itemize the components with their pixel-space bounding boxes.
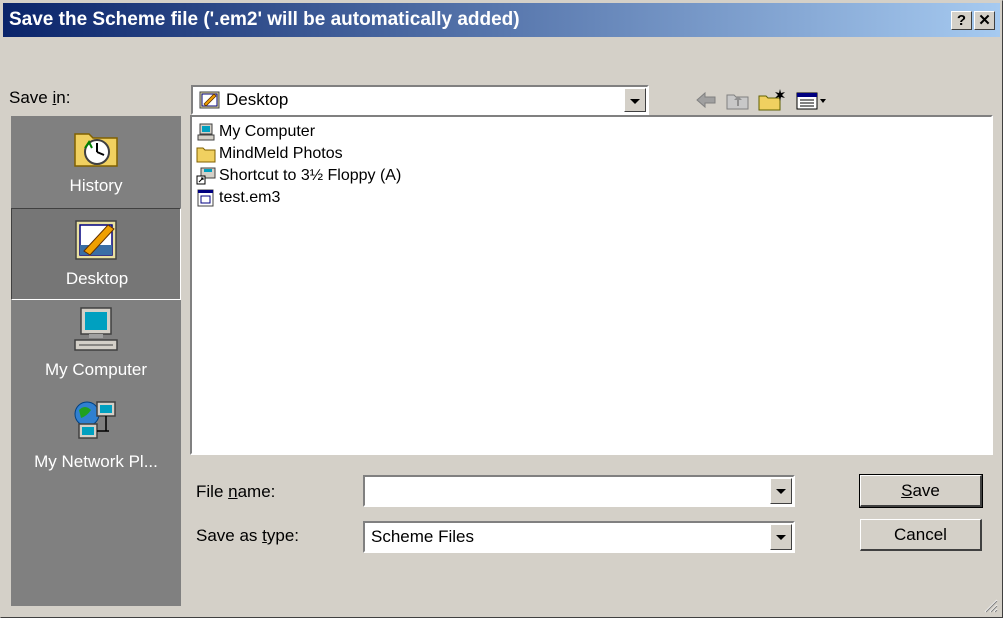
my-computer-icon — [74, 307, 118, 351]
save-in-label: Save in: — [9, 88, 71, 107]
close-button[interactable]: ✕ — [974, 11, 995, 30]
desktop-icon — [199, 91, 220, 109]
place-network[interactable]: My Network Pl... — [11, 392, 181, 484]
network-places-icon — [74, 401, 116, 439]
view-menu-icon[interactable] — [794, 86, 828, 114]
save-as-type-value: Scheme Files — [371, 527, 474, 546]
place-history[interactable]: History — [11, 116, 181, 208]
save-in-dropdown-button[interactable] — [624, 88, 646, 112]
save-in-value: Desktop — [226, 90, 289, 109]
folder-icon — [196, 147, 216, 163]
my-computer-icon — [197, 123, 215, 141]
file-icon — [197, 189, 214, 207]
list-item[interactable]: MindMeld Photos — [196, 143, 343, 165]
file-name: test.em3 — [219, 189, 281, 206]
save-in-combo[interactable]: Desktop — [191, 85, 649, 115]
up-folder-icon[interactable] — [724, 86, 752, 114]
floppy-shortcut-icon — [196, 167, 216, 185]
place-label: History — [69, 176, 123, 195]
places-bar: History Desktop My Computer My Network P… — [11, 116, 181, 606]
save-as-type-label: Save as type: — [196, 526, 300, 545]
file-name-dropdown-button[interactable] — [770, 478, 792, 504]
list-item[interactable]: My Computer — [196, 121, 315, 143]
cancel-button[interactable]: Cancel — [860, 519, 982, 551]
save-button[interactable]: Save — [859, 474, 983, 508]
place-desktop[interactable]: Desktop — [11, 208, 181, 300]
desktop-icon — [75, 220, 117, 260]
place-label: Desktop — [65, 269, 129, 288]
list-item[interactable]: test.em3 — [196, 187, 280, 209]
file-name-label: File name: — [196, 482, 276, 501]
window-title: Save the Scheme file ('.em2' will be aut… — [9, 9, 520, 30]
back-arrow-icon[interactable] — [694, 86, 718, 114]
save-as-type-dropdown-button[interactable] — [770, 524, 792, 550]
resize-grip-icon[interactable] — [982, 597, 998, 613]
place-my-computer[interactable]: My Computer — [11, 300, 181, 392]
place-label: My Computer — [44, 360, 148, 379]
file-name: Shortcut to 3½ Floppy (A) — [219, 167, 402, 184]
list-item[interactable]: Shortcut to 3½ Floppy (A) — [196, 165, 401, 187]
save-as-type-combo[interactable]: Scheme Files — [363, 521, 795, 553]
file-list[interactable]: My Computer MindMeld Photos Shortcut to … — [190, 115, 993, 455]
save-dialog: Save the Scheme file ('.em2' will be aut… — [0, 0, 1003, 618]
new-folder-icon[interactable] — [756, 86, 788, 114]
help-button[interactable]: ? — [951, 11, 972, 30]
history-icon — [74, 133, 118, 167]
file-name: My Computer — [219, 123, 316, 140]
file-name-combo[interactable] — [363, 475, 795, 507]
file-name: MindMeld Photos — [219, 145, 343, 162]
place-label: My Network Pl... — [34, 452, 158, 471]
title-bar[interactable]: Save the Scheme file ('.em2' will be aut… — [3, 3, 1000, 37]
